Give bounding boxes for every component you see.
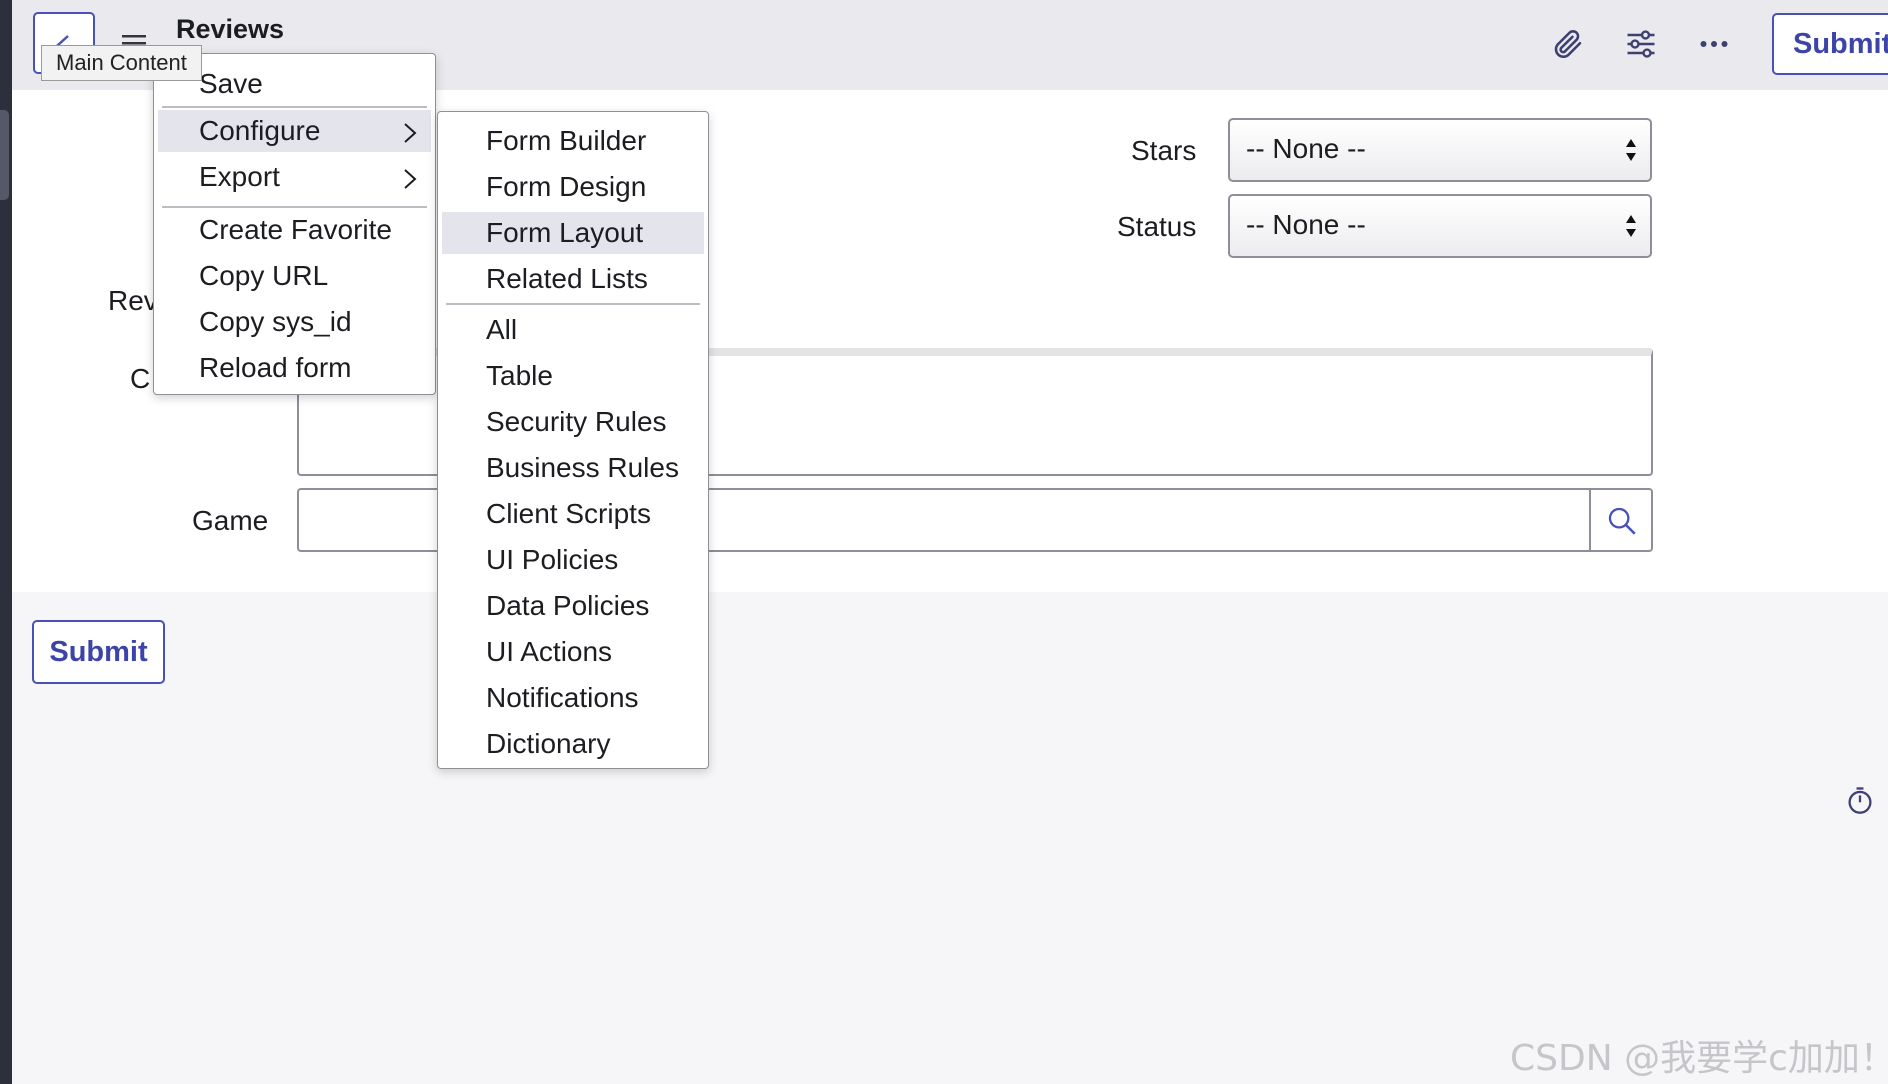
main-content-tooltip: Main Content xyxy=(41,45,202,81)
submenu-item-data-policies[interactable]: Data Policies xyxy=(442,585,704,627)
search-icon xyxy=(1608,507,1636,535)
menu-separator xyxy=(446,303,700,305)
select-arrows-icon xyxy=(1626,215,1636,237)
submenu-item-business-rules[interactable]: Business Rules xyxy=(442,447,704,489)
submenu-item-notifications[interactable]: Notifications xyxy=(442,677,704,719)
status-select[interactable]: -- None -- xyxy=(1228,194,1652,258)
review-label: Rev xyxy=(108,285,158,316)
submenu-item-table[interactable]: Table xyxy=(442,355,704,397)
configure-submenu: Form Builder Form Design Form Layout Rel… xyxy=(437,111,709,769)
page-title: Reviews xyxy=(176,14,285,44)
left-edge-strip xyxy=(0,0,12,1084)
status-select-value: -- None -- xyxy=(1246,209,1366,240)
select-arrows-icon xyxy=(1626,139,1636,161)
submenu-item-ui-policies[interactable]: UI Policies xyxy=(442,539,704,581)
menu-item-copy-sys-id[interactable]: Copy sys_id xyxy=(158,301,431,343)
menu-item-export[interactable]: Export xyxy=(158,156,431,198)
personalize-button[interactable] xyxy=(1623,26,1663,66)
submenu-item-dictionary[interactable]: Dictionary xyxy=(442,723,704,765)
scroll-handle[interactable] xyxy=(0,110,9,200)
stars-label: Stars xyxy=(1131,135,1197,166)
submenu-item-client-scripts[interactable]: Client Scripts xyxy=(442,493,704,535)
status-label: Status xyxy=(1117,211,1197,242)
chevron-right-icon xyxy=(404,123,417,143)
comment-label: C xyxy=(130,363,151,394)
submenu-item-security-rules[interactable]: Security Rules xyxy=(442,401,704,443)
menu-separator xyxy=(162,206,427,208)
menu-separator xyxy=(162,106,427,108)
submenu-item-all[interactable]: All xyxy=(442,309,704,351)
more-icon xyxy=(1700,41,1728,47)
submenu-item-related-lists[interactable]: Related Lists xyxy=(442,258,704,300)
stopwatch-icon[interactable] xyxy=(1846,785,1874,815)
more-options-button[interactable] xyxy=(1696,26,1736,66)
submenu-item-form-layout[interactable]: Form Layout xyxy=(442,212,704,254)
menu-item-label: Configure xyxy=(199,115,321,146)
watermark-text: CSDN @我要学c加加！ xyxy=(1510,1038,1888,1079)
menu-item-create-favorite[interactable]: Create Favorite xyxy=(158,209,431,251)
game-lookup-button[interactable] xyxy=(1589,488,1653,552)
menu-item-copy-url[interactable]: Copy URL xyxy=(158,255,431,297)
attachment-button[interactable] xyxy=(1550,26,1590,66)
stars-select[interactable]: -- None -- xyxy=(1228,118,1652,182)
paperclip-icon xyxy=(1554,30,1582,59)
menu-item-label: Export xyxy=(199,161,280,192)
submenu-item-ui-actions[interactable]: UI Actions xyxy=(442,631,704,673)
menu-item-reload-form[interactable]: Reload form xyxy=(158,347,431,389)
submit-button-top[interactable]: Submit xyxy=(1772,13,1888,75)
stars-select-value: -- None -- xyxy=(1246,133,1366,164)
sliders-icon xyxy=(1627,30,1655,58)
menu-item-configure[interactable]: Configure xyxy=(158,110,431,152)
game-label: Game xyxy=(192,505,269,536)
form-context-menu: Save Configure Export Create Favorite Co… xyxy=(153,53,436,395)
chevron-right-icon xyxy=(404,169,417,189)
submenu-item-form-design[interactable]: Form Design xyxy=(442,166,704,208)
submenu-item-form-builder[interactable]: Form Builder xyxy=(442,120,704,162)
submit-button-bottom[interactable]: Submit xyxy=(32,620,165,684)
